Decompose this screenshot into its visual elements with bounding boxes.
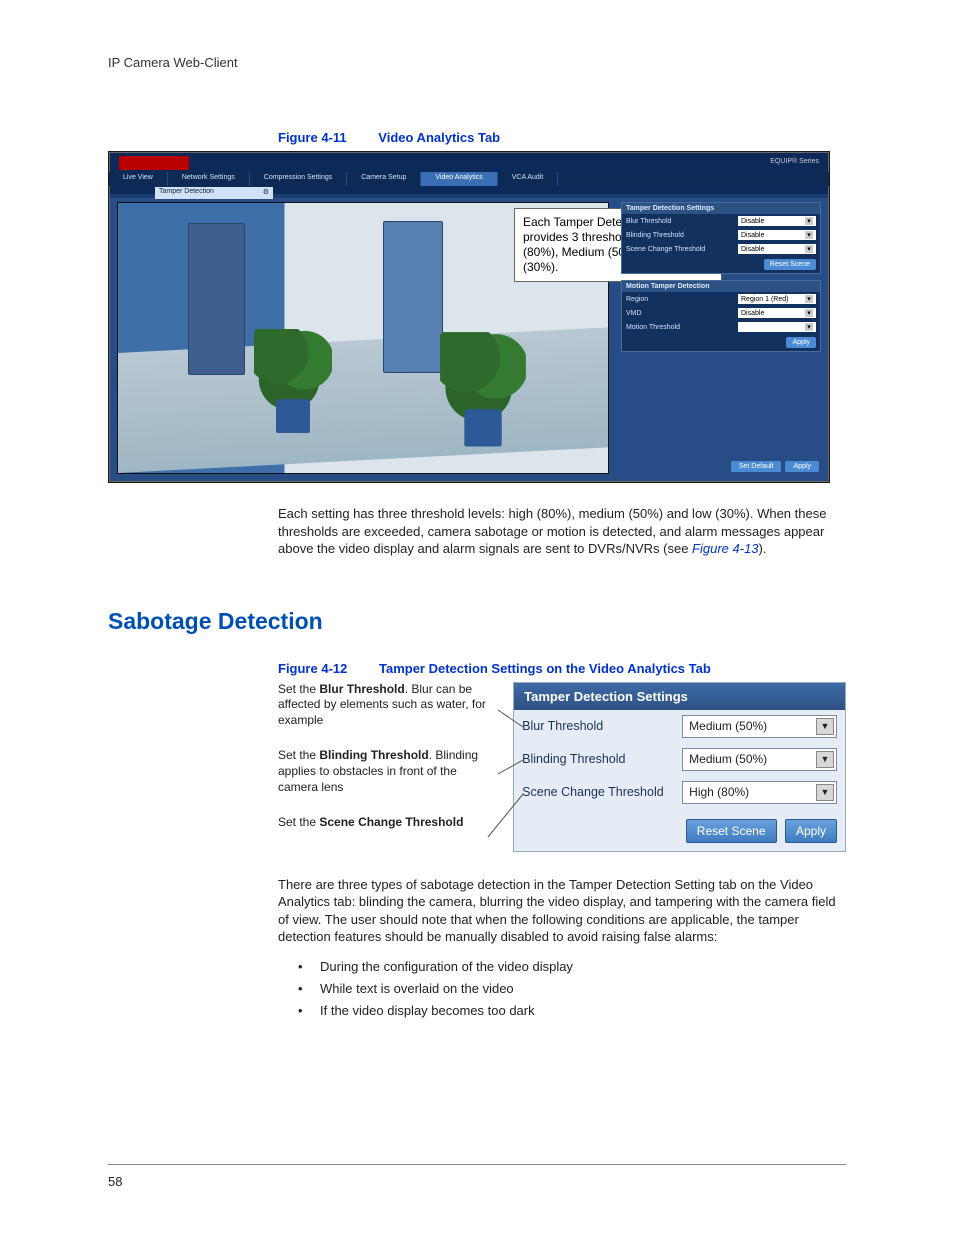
figure-4-12-caption: Figure 4-12 Tamper Detection Settings on…: [278, 661, 846, 676]
panel-title: Tamper Detection Settings: [514, 683, 845, 710]
figure-number: Figure 4-11: [278, 130, 347, 145]
tab-camera-setup[interactable]: Camera Setup: [347, 172, 421, 186]
chevron-down-icon: ▾: [805, 309, 813, 317]
figure-title: Tamper Detection Settings on the Video A…: [379, 661, 711, 676]
plant-graphic: [445, 326, 522, 447]
blinding-threshold-select[interactable]: Medium (50%) ▼: [682, 748, 837, 771]
tamper-detection-mini-panel: Tamper Detection Settings Blur Threshold…: [621, 202, 821, 274]
running-header: IP Camera Web-Client: [108, 55, 846, 70]
motion-threshold-select-mini[interactable]: ▾: [738, 322, 816, 332]
blur-threshold-select[interactable]: Medium (50%) ▼: [682, 715, 837, 738]
reset-scene-button[interactable]: Reset Scene: [686, 819, 777, 843]
panel-title: Tamper Detection Settings: [622, 203, 820, 214]
selected-value: High (80%): [689, 785, 749, 799]
tab-live-view[interactable]: Live View: [109, 172, 168, 186]
footer-rule: [108, 1164, 846, 1165]
blur-threshold-label: Blur Threshold: [522, 719, 682, 733]
apply-button[interactable]: Apply: [785, 819, 837, 843]
tamper-detection-settings-panel: Tamper Detection Settings Blur Threshold…: [513, 682, 846, 852]
chevron-down-icon: ▾: [805, 231, 813, 239]
list-item: During the configuration of the video di…: [298, 956, 838, 978]
scene-change-threshold-select[interactable]: High (80%) ▼: [682, 781, 837, 804]
chevron-down-icon: ▾: [805, 295, 813, 303]
scene-change-threshold-label: Scene Change Threshold: [522, 785, 682, 799]
panel-title: Motion Tamper Detection: [622, 281, 820, 292]
door-graphic: [383, 221, 443, 373]
annotation-blur-threshold: Set the Blur Threshold. Blur can be affe…: [278, 682, 505, 729]
figure-title: Video Analytics Tab: [378, 130, 500, 145]
chevron-down-icon: ▼: [816, 784, 834, 801]
disable-conditions-list: During the configuration of the video di…: [298, 956, 838, 1022]
tab-network-settings[interactable]: Network Settings: [168, 172, 250, 186]
reset-scene-button-mini[interactable]: Reset Scene: [764, 259, 816, 270]
tab-compression-settings[interactable]: Compression Settings: [250, 172, 347, 186]
brand-logo: [119, 156, 189, 170]
chevron-down-icon: ▾: [805, 323, 813, 331]
apply-button-mini[interactable]: Apply: [786, 337, 816, 348]
region-select-mini[interactable]: Region 1 (Red)▾: [738, 294, 816, 304]
chevron-down-icon: ▼: [816, 718, 834, 735]
annotation-scene-change-threshold: Set the Scene Change Threshold: [278, 815, 505, 831]
figure-number: Figure 4-12: [278, 661, 347, 676]
figure-4-11-caption: Figure 4-11 Video Analytics Tab: [278, 130, 846, 145]
vmd-select-mini[interactable]: Disable▾: [738, 308, 816, 318]
section-title-sabotage-detection: Sabotage Detection: [108, 608, 846, 635]
list-item: While text is overlaid on the video: [298, 978, 838, 1000]
page-number: 58: [108, 1174, 122, 1189]
gear-icon[interactable]: ⚙: [263, 188, 269, 196]
set-default-button[interactable]: Set Default: [731, 461, 782, 472]
chevron-down-icon: ▾: [805, 217, 813, 225]
paragraph-thresholds: Each setting has three threshold levels:…: [278, 505, 838, 558]
blur-threshold-select-mini[interactable]: Disable▾: [738, 216, 816, 226]
tab-video-analytics[interactable]: Video Analytics: [421, 172, 497, 186]
chevron-down-icon: ▼: [816, 751, 834, 768]
video-analytics-screenshot: HD3MDIH EQUIP® Series Live View Network …: [108, 151, 830, 483]
motion-tamper-mini-panel: Motion Tamper Detection RegionRegion 1 (…: [621, 280, 821, 352]
blinding-threshold-label: Blinding Threshold: [522, 752, 682, 766]
selected-value: Medium (50%): [689, 719, 767, 733]
annotation-blinding-threshold: Set the Blinding Threshold. Blinding app…: [278, 748, 505, 795]
scene-change-threshold-select-mini[interactable]: Disable▾: [738, 244, 816, 254]
chevron-down-icon: ▾: [805, 245, 813, 253]
blinding-threshold-select-mini[interactable]: Disable▾: [738, 230, 816, 240]
tab-vca-audit[interactable]: VCA Audit: [498, 172, 559, 186]
paragraph-sabotage-types: There are three types of sabotage detect…: [278, 876, 838, 946]
series-badge: EQUIP® Series: [749, 158, 819, 168]
list-item: If the video display becomes too dark: [298, 1000, 838, 1022]
selected-value: Medium (50%): [689, 752, 767, 766]
plant-graphic: [258, 323, 328, 433]
subtab-tamper-detection[interactable]: Tamper Detection⚙: [155, 187, 273, 199]
main-tabs: Live View Network Settings Compression S…: [109, 172, 829, 186]
apply-button[interactable]: Apply: [785, 461, 819, 472]
door-graphic: [188, 223, 245, 375]
figure-4-13-link[interactable]: Figure 4-13: [692, 541, 758, 556]
